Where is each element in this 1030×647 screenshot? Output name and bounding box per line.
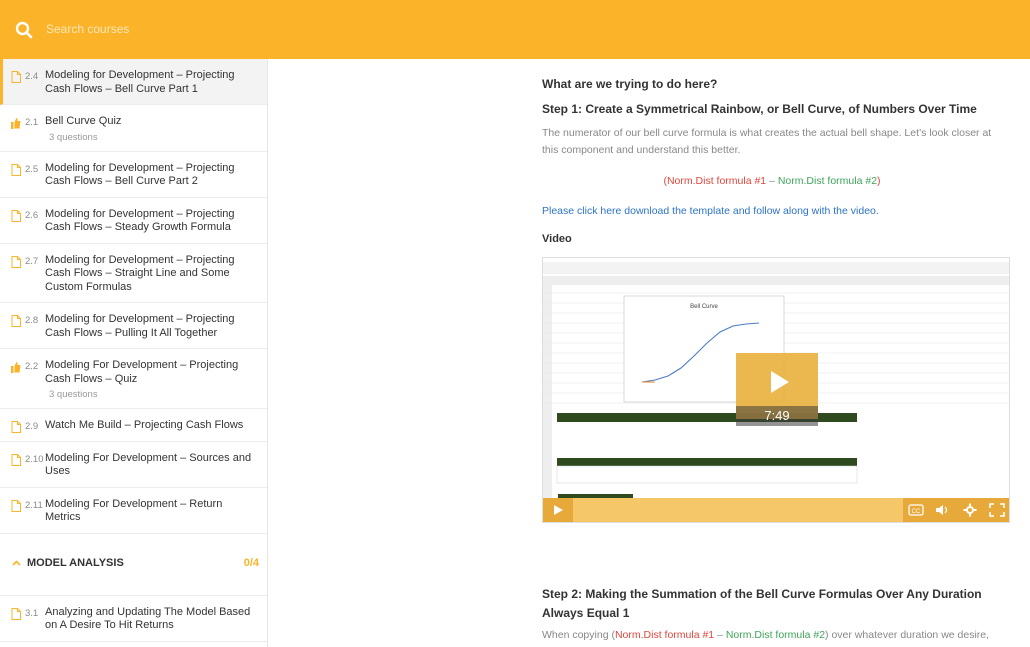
- section-header-model-analysis[interactable]: MODEL ANALYSIS 0/4: [0, 534, 267, 596]
- document-icon: [11, 315, 21, 327]
- lesson-title: Analyzing and Updating The Model Based o…: [45, 605, 251, 632]
- quiz-icon: [11, 362, 21, 373]
- lesson-number: 2.4: [25, 71, 39, 82]
- lesson-number: 2.11: [25, 499, 43, 511]
- step2-formula-part1: Norm.Dist formula #1: [614, 629, 715, 641]
- step1-heading: Step 1: Create a Symmetrical Rainbow, or…: [542, 102, 977, 116]
- search-input[interactable]: [46, 18, 346, 40]
- curriculum-sidebar: 2.4 Modeling for Development – Projecting…: [0, 59, 268, 647]
- lesson-title: Modeling For Development – Projecting Ca…: [45, 359, 239, 385]
- lesson-number: 2.10: [25, 453, 44, 465]
- document-icon: [11, 421, 21, 433]
- lesson-number: 3.1: [25, 607, 39, 619]
- lesson-number: 2.5: [25, 163, 39, 175]
- top-bar: [0, 0, 1030, 59]
- lesson-item[interactable]: 2.2 Modeling For Development – Projecting…: [0, 349, 267, 409]
- lesson-number: 2.7: [25, 255, 39, 267]
- lesson-title: Modeling for Development – Projecting Ca…: [45, 161, 235, 188]
- chevron-up-icon: [12, 559, 21, 566]
- formula-part2: Norm.Dist formula #2: [777, 175, 878, 187]
- settings-gear-icon[interactable]: [963, 503, 977, 517]
- formula-minus: –: [766, 175, 778, 187]
- step2-text-a: When copying (: [542, 629, 615, 641]
- lesson-item[interactable]: 2.1 Bell Curve Quiz 3 questions: [0, 105, 267, 152]
- lesson-item[interactable]: 2.10 Modeling For Development – Sources a…: [0, 442, 267, 488]
- lesson-subtitle: 3 questions: [49, 131, 98, 143]
- step1-paragraph: The numerator of our bell curve formula …: [542, 127, 992, 156]
- lesson-number: 2.1: [25, 117, 39, 128]
- section-progress-count: 0/4: [243, 556, 259, 569]
- fullscreen-icon[interactable]: [989, 503, 1005, 517]
- lesson-number: 2.2: [25, 361, 39, 372]
- video-player[interactable]: Bell Curve 7:49 CC: [542, 257, 1010, 523]
- lesson-item[interactable]: 2.7 Modeling for Development – Projecting…: [0, 244, 267, 303]
- document-icon: [11, 209, 21, 222]
- lesson-item[interactable]: 2.9 Watch Me Build – Projecting Cash Flow…: [0, 409, 267, 442]
- step2-text-b: ) over whatever duration we desire,: [825, 629, 990, 641]
- step2-formula-minus: –: [714, 629, 726, 641]
- step2-heading: Step 2: Making the Summation of the Bell…: [542, 587, 982, 620]
- svg-text:CC: CC: [912, 509, 921, 515]
- lesson-title: Modeling for Development – Projecting Ca…: [45, 313, 235, 339]
- document-icon: [11, 453, 21, 466]
- lesson-subtitle: 3 questions: [49, 389, 98, 400]
- document-icon: [11, 607, 21, 620]
- video-chart-title: Bell Curve: [690, 304, 718, 310]
- lesson-item[interactable]: 2.11 Modeling For Development – Return Me…: [0, 488, 267, 534]
- question-heading: What are we trying to do here?: [542, 77, 718, 91]
- lesson-item[interactable]: 2.6 Modeling for Development – Projecting…: [0, 198, 267, 244]
- video-duration: 7:49: [736, 406, 818, 426]
- lesson-title: Watch Me Build – Projecting Cash Flows: [45, 419, 244, 431]
- lesson-title: Modeling for Development – Projecting Ca…: [45, 207, 235, 234]
- lesson-title: Modeling For Development – Return Metric…: [45, 497, 223, 524]
- document-icon: [11, 163, 21, 176]
- step2-formula-part2: Norm.Dist formula #2: [725, 629, 826, 641]
- lesson-title: Bell Curve Quiz: [45, 115, 122, 127]
- closed-captions-icon[interactable]: CC: [908, 504, 924, 516]
- lesson-number: 2.6: [25, 209, 39, 221]
- lesson-item[interactable]: 3.1 Analyzing and Updating The Model Base…: [0, 596, 267, 642]
- lesson-title: Modeling for Development – Projecting Ca…: [45, 253, 235, 293]
- lesson-number: 2.9: [25, 421, 39, 432]
- document-icon: [11, 499, 21, 512]
- lesson-item[interactable]: 2.5 Modeling for Development – Projecting…: [0, 152, 267, 198]
- lesson-item[interactable]: 2.4 Modeling for Development – Projecting…: [0, 59, 267, 105]
- section-label: MODEL ANALYSIS: [27, 556, 124, 569]
- lesson-number: 2.8: [25, 315, 39, 326]
- download-template-link[interactable]: Please click here download the template …: [542, 203, 1002, 220]
- lesson-item[interactable]: 2.8 Modeling for Development – Projecting…: [0, 303, 267, 349]
- video-label: Video: [542, 233, 572, 245]
- volume-icon[interactable]: [935, 504, 951, 516]
- lesson-title: Modeling For Development – Sources and U…: [45, 451, 252, 478]
- document-icon: [11, 71, 21, 83]
- formula-line: (Norm.Dist formula #1 – Norm.Dist formul…: [542, 173, 1002, 190]
- lesson-title: Modeling for Development – Projecting Ca…: [45, 69, 235, 95]
- document-icon: [11, 255, 21, 268]
- formula-part1: Norm.Dist formula #1: [666, 175, 767, 187]
- search-icon[interactable]: [15, 21, 33, 39]
- play-button-icon[interactable]: [543, 498, 573, 522]
- quiz-icon: [11, 118, 21, 129]
- video-controls: CC: [543, 498, 1009, 522]
- step2-paragraph: When copying (Norm.Dist formula #1 – Nor…: [542, 627, 1002, 644]
- formula-close: ): [877, 175, 881, 187]
